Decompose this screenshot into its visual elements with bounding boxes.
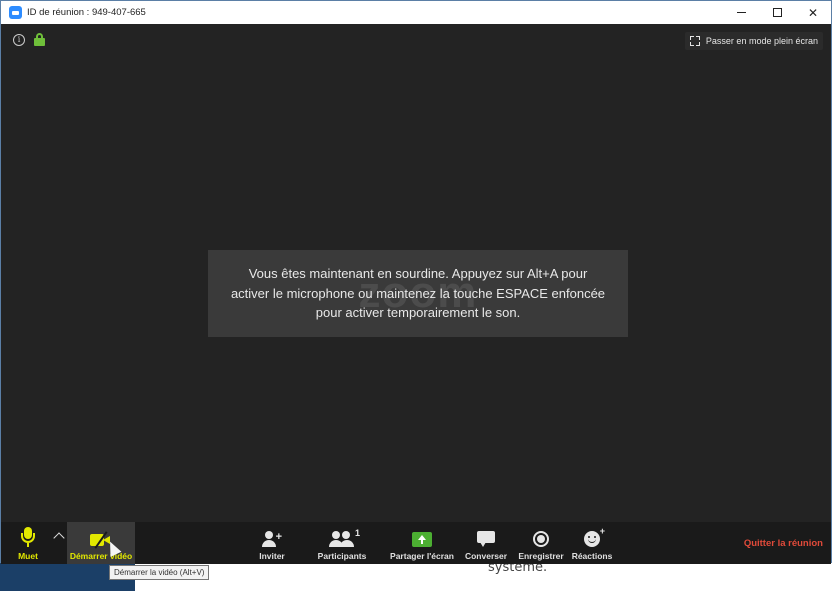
window-title: ID de réunion : 949-407-665	[27, 7, 146, 18]
invite-button[interactable]: + Inviter	[251, 522, 293, 564]
share-screen-button[interactable]: Partager l'écran	[388, 522, 456, 564]
fullscreen-label: Passer en mode plein écran	[705, 36, 818, 46]
participants-label: Participants	[317, 551, 367, 561]
participants-icon	[329, 531, 354, 547]
participants-button[interactable]: Participants	[315, 522, 369, 564]
start-video-tooltip: Démarrer la vidéo (Alt+V)	[109, 565, 210, 580]
mute-notice-text: Vous êtes maintenant en sourdine. Appuye…	[230, 266, 606, 321]
maximize-icon	[772, 8, 782, 17]
minimize-icon	[736, 12, 746, 13]
chat-bubble-icon	[477, 531, 495, 547]
share-screen-icon	[412, 532, 432, 547]
chat-button[interactable]: Converser	[463, 522, 509, 564]
participants-count: 1	[355, 528, 361, 538]
start-video-button[interactable]: Démarrer vidéo	[67, 522, 135, 564]
reactions-button[interactable]: + Réactions	[571, 522, 613, 564]
chat-label: Converser	[464, 551, 508, 561]
start-video-label: Démarrer vidéo	[69, 551, 133, 561]
emoji-reaction-icon: +	[584, 526, 605, 547]
microphone-icon	[20, 527, 36, 547]
close-icon: ✕	[807, 5, 819, 20]
leave-meeting-button[interactable]: Quitter la réunion	[744, 538, 823, 549]
title-bar: ID de réunion : 949-407-665 ✕	[1, 1, 831, 24]
close-button[interactable]: ✕	[795, 1, 831, 24]
minimize-button[interactable]	[723, 1, 759, 24]
add-person-icon: +	[262, 531, 282, 547]
record-label: Enregistrer	[518, 551, 564, 561]
mute-notice-toast: zoom Vous êtes maintenant en sourdine. A…	[208, 250, 628, 337]
record-icon	[533, 531, 549, 547]
mute-label: Muet	[18, 551, 38, 561]
record-button[interactable]: Enregistrer	[517, 522, 565, 564]
invite-label: Inviter	[259, 551, 285, 561]
maximize-button[interactable]	[759, 1, 795, 24]
zoom-meeting-window: ID de réunion : 949-407-665 ✕ i Passer e…	[0, 0, 832, 564]
window-controls: ✕	[723, 1, 831, 24]
info-icon[interactable]: i	[13, 34, 25, 46]
mute-button[interactable]: Muet	[11, 522, 45, 564]
share-screen-label: Partager l'écran	[390, 551, 454, 561]
fullscreen-button[interactable]: Passer en mode plein écran	[684, 32, 823, 50]
fullscreen-icon	[689, 36, 700, 46]
reactions-label: Réactions	[571, 551, 613, 561]
meeting-toolbar: Muet Démarrer vidéo + Inviter Participan…	[1, 522, 831, 564]
zoom-app-icon	[9, 6, 22, 19]
lock-icon[interactable]	[34, 33, 45, 46]
